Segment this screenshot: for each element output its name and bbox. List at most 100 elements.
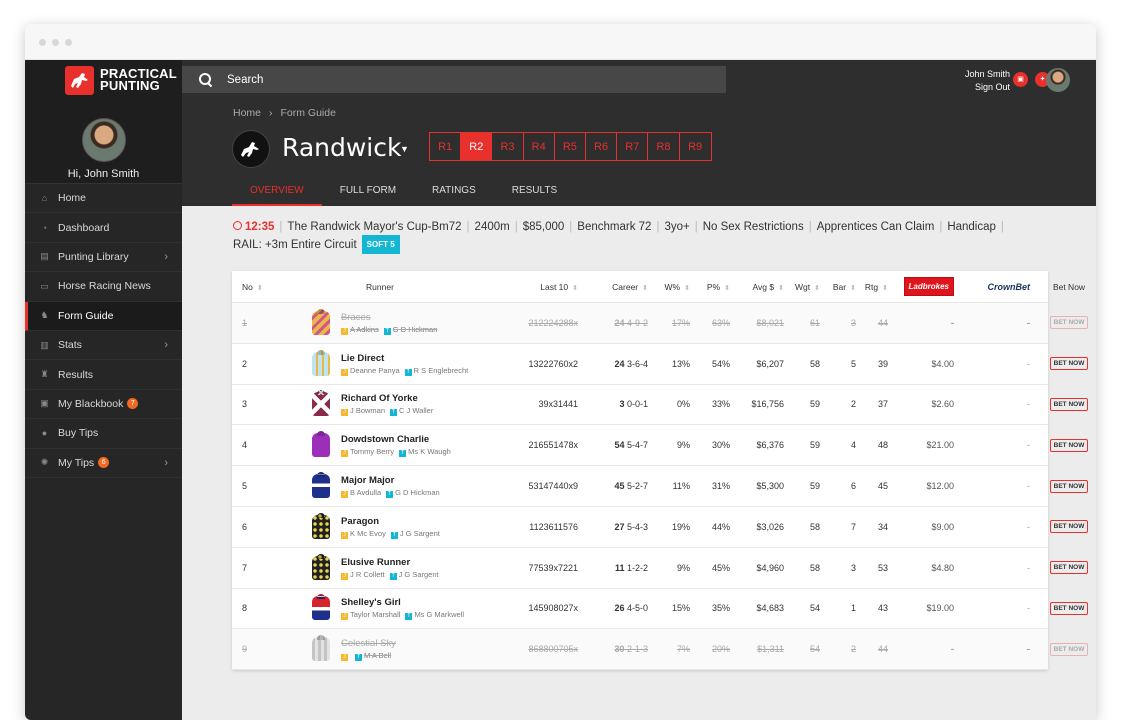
jockey-name[interactable]: K Mc Evoy [350,529,386,538]
jockey-name[interactable]: Deanne Panya [350,366,400,375]
trainer-name[interactable]: Ms G Markwell [414,610,464,619]
runner-name[interactable]: Shelley's Girl [341,596,464,609]
ladbrokes-odds[interactable]: $4.80 [888,563,954,573]
runner-name[interactable]: Lie Direct [341,352,468,365]
sidebar-item-horse-racing-news[interactable]: ▭ Horse Racing News [25,272,182,302]
tab-ratings[interactable]: RATINGS [414,184,494,206]
race-tab-r1[interactable]: R1 [430,133,462,160]
table-row[interactable]: 6 Paragon J K Mc Evoy T J G Sargent 1123611576… [232,507,1089,548]
col-career-label: Career [612,281,639,292]
col-last10[interactable]: Last 10 ⬍ [490,282,578,292]
bet-now-button[interactable]: BET NOW [1049,438,1089,452]
ladbrokes-odds[interactable]: $9.00 [888,522,954,532]
jockey-name[interactable]: B Avdulla [350,488,381,497]
crownbet-logo[interactable]: CrownBet [988,282,1031,292]
chevron-right-icon: › [269,107,273,119]
tab-results[interactable]: RESULTS [494,184,575,206]
bet-now-button[interactable]: BET NOW [1049,316,1089,330]
trainer-name[interactable]: R S Englebrecht [414,366,469,375]
runner-name[interactable]: Major Major [341,474,440,487]
runner-name[interactable]: Elusive Runner [341,556,439,569]
race-tab-r3[interactable]: R3 [492,133,524,160]
venue-name[interactable]: Randwick [282,133,401,162]
ladbrokes-logo[interactable]: Ladbrokes [903,277,954,296]
avatar[interactable] [81,118,126,162]
sidebar-item-dashboard[interactable]: ◔ Dashboard [25,213,182,243]
jockey-name[interactable]: J Bowman [350,406,385,415]
user-name[interactable]: John Smith [965,68,1010,81]
runner-name[interactable]: Richard Of Yorke [341,392,433,405]
ladbrokes-odds[interactable]: $4.00 [888,359,954,369]
ladbrokes-odds[interactable]: $19.00 [888,603,954,613]
table-row[interactable]: 2 Lie Direct J Deanne Panya T R S Englebrecht… [232,344,1089,385]
col-place-pct[interactable]: P% ⬍ [690,282,730,292]
jockey-name[interactable]: Tommy Berry [350,447,394,456]
race-tab-r6[interactable]: R6 [586,133,618,160]
jockey-name[interactable]: J R Collett [350,570,385,579]
runner-name[interactable]: Celestial Sky [341,637,396,650]
avatar[interactable] [1046,68,1070,92]
search-icon[interactable] [199,72,213,87]
bet-now-button[interactable]: BET NOW [1049,642,1089,656]
runner-name[interactable]: Paragon [341,515,440,528]
tab-overview[interactable]: OVERVIEW [232,184,322,206]
trainer-name[interactable]: Ms K Waugh [408,447,451,456]
race-tab-r8[interactable]: R8 [648,133,680,160]
ladbrokes-odds[interactable]: $21.00 [888,440,954,450]
table-row[interactable]: 5 Major Major J B Avdulla T G D Hickman 531474… [232,466,1089,507]
bet-now-button[interactable]: BET NOW [1049,561,1089,575]
race-tab-r4[interactable]: R4 [524,133,555,160]
ladbrokes-odds[interactable]: $2.60 [888,399,954,409]
trainer-name[interactable]: J G Sargent [399,570,439,579]
caret-down-icon[interactable]: ▼ [400,144,409,154]
sidebar-item-form-guide[interactable]: ♞ Form Guide [25,301,182,331]
runner-name[interactable]: Dowdstown Charlie [341,433,451,446]
search-input[interactable] [227,73,707,86]
col-avg[interactable]: Avg $ ⬍ [730,282,784,292]
sidebar-item-punting-library[interactable]: ▤ Punting Library › [25,243,182,273]
blackbook-icon[interactable]: ▣ [1013,72,1028,87]
trainer-name[interactable]: G D Hickman [395,488,440,497]
ladbrokes-odds[interactable]: $12.00 [888,481,954,491]
trainer-name[interactable]: C J Waller [399,406,433,415]
trainer-name[interactable]: M A Bell [364,651,391,660]
sign-out-link[interactable]: Sign Out [965,81,1010,94]
jockey-name[interactable]: A Adkins [350,325,379,334]
sidebar-item-stats[interactable]: ▥ Stats › [25,331,182,361]
col-career[interactable]: Career ⬍ [578,282,648,292]
trainer-name[interactable]: G D Hickman [393,325,438,334]
col-no[interactable]: No ⬍ [232,282,270,292]
bet-now-button[interactable]: BET NOW [1049,357,1089,371]
jockey-name[interactable]: Taylor Marshall [350,610,400,619]
bet-now-button[interactable]: BET NOW [1049,479,1089,493]
runner-number: 5 [242,481,248,492]
runner-name[interactable]: Braces [341,311,437,324]
weight-value: 58 [809,358,820,369]
bet-now-button[interactable]: BET NOW [1049,601,1089,615]
col-weight[interactable]: Wgt ⬍ [784,282,820,292]
trainer-name[interactable]: J G Sargent [400,529,440,538]
sidebar-item-buy-tips[interactable]: ● Buy Tips [25,419,182,449]
race-tab-r2[interactable]: R2 [461,133,493,160]
tab-full-form[interactable]: FULL FORM [322,184,414,206]
bet-now-button[interactable]: BET NOW [1049,397,1089,411]
col-win-pct[interactable]: W% ⬍ [648,282,690,292]
table-row-scratched[interactable]: 1 Braces J A Adkins T G D Hickman 212224288x 24… [232,303,1089,344]
table-row[interactable]: 3 Richard Of Yorke J J Bowman T C J Waller 39x… [232,385,1089,426]
brand-logo[interactable]: PRACTICAL PUNTING [25,60,182,100]
table-row[interactable]: 8 Shelley's Girl J Taylor Marshall T Ms G Mar… [232,589,1089,630]
col-barrier[interactable]: Bar ⬍ [820,282,856,292]
col-rating[interactable]: Rtg ⬍ [856,282,888,292]
sidebar-item-home[interactable]: ⌂ Home [25,184,182,214]
sidebar-item-my-blackbook[interactable]: ▣ My Blackbook 7 [25,390,182,420]
bet-now-button[interactable]: BET NOW [1049,520,1089,534]
table-row-scratched[interactable]: 9 Celestial Sky J T M A Bell 868800705x 30 2-1… [232,629,1089,671]
race-tab-r9[interactable]: R9 [680,133,711,160]
race-tab-r7[interactable]: R7 [617,133,649,160]
table-row[interactable]: 4 Dowdstown Charlie J Tommy Berry T Ms K Waug… [232,425,1089,467]
breadcrumb-home[interactable]: Home [233,107,261,119]
sidebar-item-results[interactable]: ♜ Results [25,360,182,390]
race-tab-r5[interactable]: R5 [555,133,586,160]
table-row[interactable]: 7 Elusive Runner J J R Collett T J G Sargent 7… [232,548,1089,589]
sidebar-item-my-tips[interactable]: ✺ My Tips 6 › [25,449,182,478]
